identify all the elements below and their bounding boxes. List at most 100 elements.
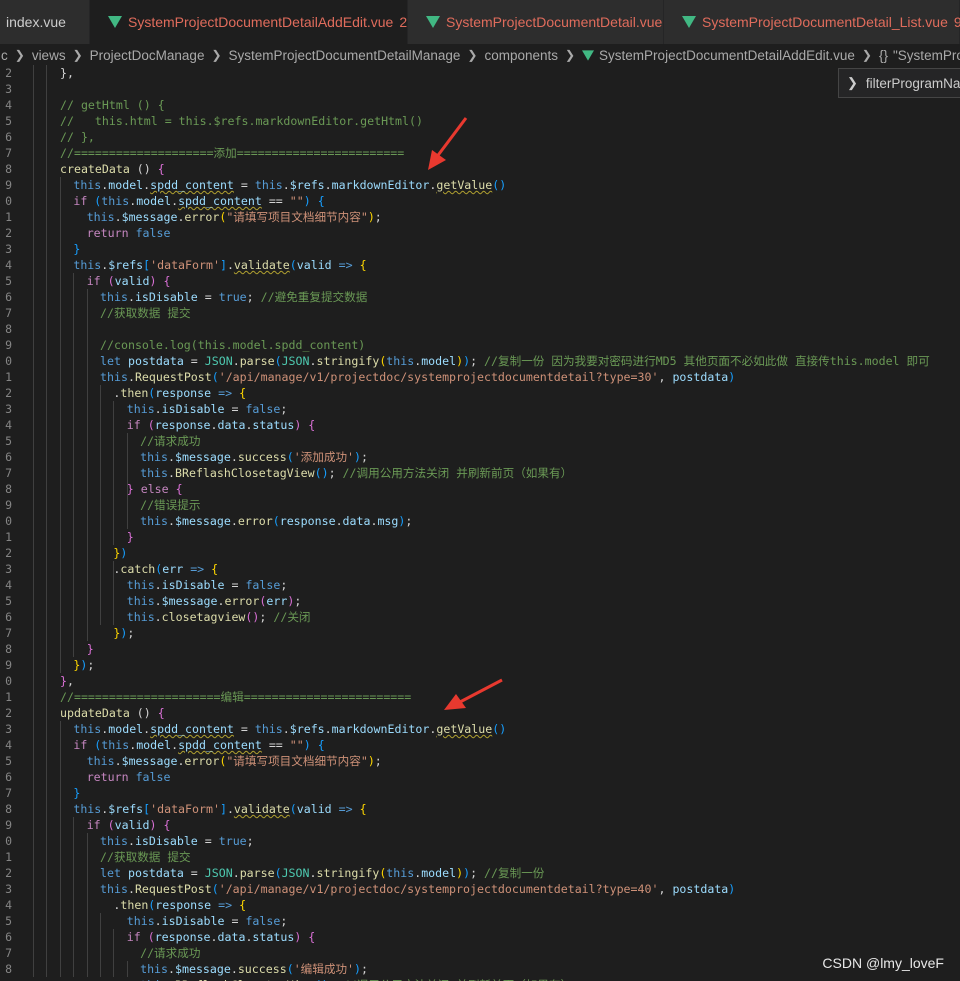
code-line[interactable]: this.isDisable = true; bbox=[100, 833, 254, 849]
breadcrumb-item[interactable]: views bbox=[31, 48, 67, 63]
code-line[interactable]: } bbox=[73, 785, 80, 801]
code-line[interactable]: this.isDisable = false; bbox=[127, 577, 288, 593]
code-line[interactable]: //====================添加================… bbox=[60, 145, 404, 161]
code-line[interactable]: return false bbox=[87, 225, 171, 241]
code-line[interactable]: this.RequestPost('/api/manage/v1/project… bbox=[100, 369, 735, 385]
code-line[interactable]: } else { bbox=[127, 481, 183, 497]
code-line[interactable]: this.BReflashClosetagView(); //调用公用方法关闭 … bbox=[140, 977, 572, 981]
code-token: () bbox=[245, 610, 260, 624]
code-line[interactable]: this.model.spdd_content = this.$refs.mar… bbox=[73, 177, 506, 193]
code-token: = bbox=[183, 866, 205, 880]
code-line[interactable]: this.isDisable = false; bbox=[127, 913, 288, 929]
chevron-right-icon[interactable]: ❯ bbox=[847, 75, 858, 91]
code-line[interactable]: this.BReflashClosetagView(); //调用公用方法关闭 … bbox=[140, 465, 572, 481]
code-line[interactable]: }); bbox=[73, 657, 94, 673]
tab-0[interactable]: index.vue bbox=[0, 0, 90, 44]
code-line[interactable]: //console.log(this.model.spdd_content) bbox=[100, 337, 365, 353]
tab-label: SystemProjectDocumentDetailAddEdit.vue bbox=[128, 14, 394, 30]
code-line[interactable]: } bbox=[73, 241, 80, 257]
code-line[interactable]: this.isDisable = false; bbox=[127, 401, 288, 417]
code-line[interactable]: if (valid) { bbox=[87, 273, 171, 289]
code-line[interactable]: if (this.model.spdd_content == "") { bbox=[73, 737, 324, 753]
code-line[interactable]: } bbox=[127, 529, 134, 545]
breadcrumb-item[interactable]: components bbox=[483, 48, 559, 63]
code-line[interactable]: //错误提示 bbox=[140, 497, 200, 513]
code-line[interactable]: if (valid) { bbox=[87, 817, 171, 833]
breadcrumb-item[interactable]: ProjectDocManage bbox=[89, 48, 206, 63]
code-line[interactable]: }, bbox=[60, 673, 74, 689]
code-token: isDisable bbox=[161, 578, 225, 592]
code-token: ) bbox=[149, 274, 157, 288]
code-line[interactable]: //=====================编辑===============… bbox=[60, 689, 411, 705]
code-line[interactable]: } bbox=[87, 641, 94, 657]
code-line[interactable]: this.$message.error("请填写项目文档细节内容"); bbox=[87, 209, 382, 225]
breadcrumb-item[interactable]: c bbox=[0, 48, 9, 63]
code-token: ; bbox=[328, 466, 343, 480]
code-line[interactable]: this.$message.success('添加成功'); bbox=[140, 449, 368, 465]
tab-2[interactable]: SystemProjectDocumentDetail.vue5 bbox=[408, 0, 676, 44]
code-token: parse bbox=[239, 866, 275, 880]
code-token: ) bbox=[728, 370, 736, 384]
code-line[interactable]: return false bbox=[87, 769, 171, 785]
code-token: this bbox=[100, 834, 128, 848]
code-line[interactable]: // }, bbox=[60, 129, 95, 145]
code-line[interactable]: //获取数据 提交 bbox=[100, 305, 191, 321]
code-line[interactable]: updateData () { bbox=[60, 705, 165, 721]
code-token: ) bbox=[367, 210, 375, 224]
code-line[interactable]: }, bbox=[60, 65, 74, 81]
code-line[interactable]: this.$message.error(response.data.msg); bbox=[140, 513, 412, 529]
tab-problem-count: 2 bbox=[399, 14, 408, 30]
indent-guide bbox=[73, 273, 75, 657]
code-token: if bbox=[126, 418, 141, 432]
sticky-scroll-widget[interactable]: ❯ filterProgramNar bbox=[838, 68, 960, 98]
code-line[interactable]: // this.html = this.$refs.markdownEditor… bbox=[60, 113, 423, 129]
code-line[interactable]: if (this.model.spdd_content == "") { bbox=[73, 193, 324, 209]
breadcrumb-item[interactable]: SystemProjectDocumentDetailAddEdit.vue bbox=[581, 48, 856, 63]
code-editor[interactable]: 2 3 4 5 6 7 8 9 0 1 2 3 4 5 6 7 8 9 0 1 2 3 4 5 6 7 8 9 0 1 2 3 4 5 6 7 8 9 0 1… bbox=[0, 64, 960, 981]
code-line[interactable]: .catch(err => { bbox=[113, 561, 218, 577]
breadcrumb: c ❯ views ❯ ProjectDocManage ❯ SystemProjectDo… bbox=[0, 44, 960, 66]
code-line[interactable]: this.$refs['dataForm'].validate(valid =>… bbox=[73, 801, 366, 817]
code-line[interactable]: this.$message.error(err); bbox=[127, 593, 302, 609]
code-line[interactable]: let postdata = JSON.parse(JSON.stringify… bbox=[100, 865, 544, 881]
tab-1[interactable]: SystemProjectDocumentDetailAddEdit.vue2× bbox=[90, 0, 425, 44]
code-line[interactable]: this.$message.success('编辑成功'); bbox=[140, 961, 368, 977]
breadcrumb-item-label: ProjectDocManage bbox=[89, 47, 205, 63]
code-line[interactable]: this.closetagview(); //关闭 bbox=[127, 609, 311, 625]
code-line[interactable]: //获取数据 提交 bbox=[100, 849, 191, 865]
code-token: this bbox=[101, 194, 130, 208]
code-token: . bbox=[226, 802, 234, 816]
indent-guide bbox=[100, 385, 102, 625]
code-token: . bbox=[210, 418, 218, 432]
code-line[interactable]: this.$refs['dataForm'].validate(valid =>… bbox=[73, 257, 366, 273]
code-token: else bbox=[140, 482, 169, 496]
code-line[interactable]: //请求成功 bbox=[140, 945, 200, 961]
breadcrumb-item[interactable]: SystemProjectDocumentDetailManage bbox=[228, 48, 462, 63]
code-token: JSON bbox=[281, 866, 310, 880]
code-token: RequestPost bbox=[134, 882, 212, 896]
code-token: model bbox=[108, 178, 144, 192]
editor-tab-bar: index.vue SystemProjectDocumentDetailAddE… bbox=[0, 0, 960, 44]
indent-guide bbox=[113, 929, 115, 977]
code-token: stringify bbox=[316, 354, 380, 368]
code-token: { bbox=[239, 898, 247, 912]
code-line[interactable]: this.RequestPost('/api/manage/v1/project… bbox=[100, 881, 735, 897]
breadcrumb-symbol[interactable]: {}"SystemProjectDocument bbox=[878, 48, 960, 63]
code-line[interactable]: //请求成功 bbox=[140, 433, 200, 449]
code-line[interactable]: if (response.data.status) { bbox=[127, 417, 316, 433]
code-line[interactable]: createData () { bbox=[60, 161, 165, 177]
code-line[interactable]: let postdata = JSON.parse(JSON.stringify… bbox=[100, 353, 930, 369]
code-line[interactable]: .then(response => { bbox=[113, 897, 246, 913]
code-line[interactable]: this.isDisable = true; //避免重复提交数据 bbox=[100, 289, 367, 305]
code-line[interactable]: }) bbox=[113, 545, 127, 561]
code-token: , bbox=[658, 370, 673, 384]
code-line[interactable]: }); bbox=[113, 625, 134, 641]
code-line[interactable]: this.model.spdd_content = this.$refs.mar… bbox=[73, 721, 506, 737]
code-line[interactable]: if (response.data.status) { bbox=[127, 929, 316, 945]
code-token: getValue bbox=[436, 722, 493, 736]
code-line[interactable]: .then(response => { bbox=[113, 385, 246, 401]
code-line[interactable]: // getHtml () { bbox=[60, 97, 165, 113]
code-line[interactable]: this.$message.error("请填写项目文档细节内容"); bbox=[87, 753, 382, 769]
tab-3[interactable]: SystemProjectDocumentDetail_List.vue 9+ bbox=[664, 0, 960, 44]
line-number: 2 bbox=[5, 706, 12, 720]
